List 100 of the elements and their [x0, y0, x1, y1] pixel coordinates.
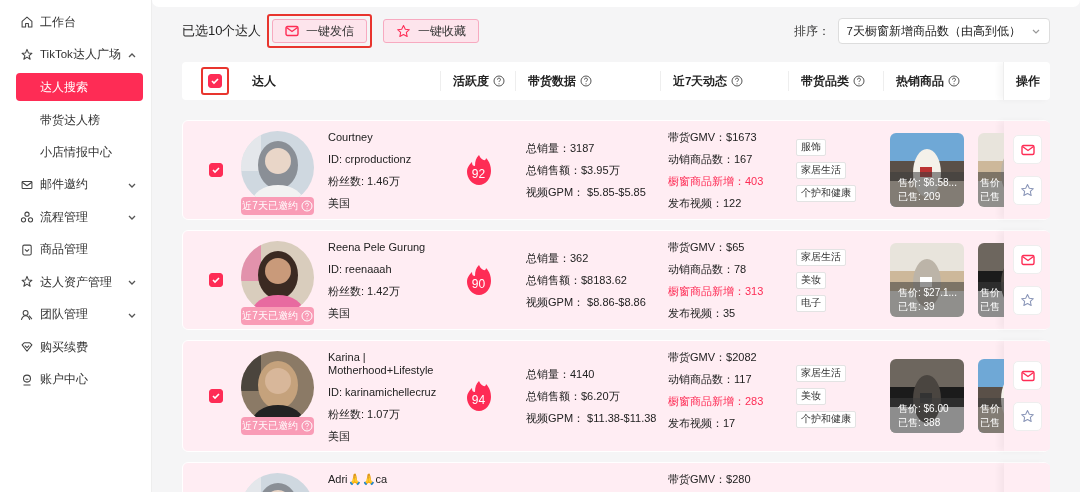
- collect-button[interactable]: [1013, 176, 1042, 205]
- checkbox[interactable]: [208, 163, 223, 177]
- sidebar-item[interactable]: 工作台: [0, 6, 151, 39]
- invited-tag: 近7天已邀约: [241, 197, 314, 215]
- sales-stat: 总销售额：$8183.62: [526, 273, 628, 287]
- column-header: 操作: [1016, 73, 1040, 89]
- mail-icon: [285, 25, 300, 37]
- creator-country: 美国: [328, 307, 351, 320]
- checkbox[interactable]: [208, 389, 223, 403]
- star-icon: [396, 23, 412, 39]
- product-sold: 已售: [980, 416, 1001, 429]
- category-tag: 服饰: [796, 138, 826, 156]
- sidebar-subitem[interactable]: 达人搜索: [16, 73, 143, 101]
- recent-stat: 橱窗商品新增：313: [668, 285, 765, 298]
- activity-score: 92: [470, 167, 487, 181]
- category-tag: 个护和健康: [796, 184, 856, 202]
- checkbox[interactable]: [208, 273, 223, 287]
- product-card[interactable]: 售价: $6.58... 已售: 209: [890, 133, 964, 207]
- recent-stat: 发布视频：122: [668, 197, 743, 210]
- product-card[interactable]: 售价 已售: [978, 359, 1004, 433]
- help-icon: [300, 200, 313, 212]
- sort-label: 排序：: [793, 23, 830, 39]
- person-icon: [20, 372, 34, 387]
- product-sold: 已售: 209: [898, 190, 942, 203]
- send-mail-button[interactable]: 一键发信: [272, 19, 368, 43]
- star-icon: [20, 275, 34, 290]
- send-mail-button[interactable]: [1013, 245, 1042, 274]
- collect-button[interactable]: [1013, 402, 1042, 431]
- sales-stat: 视频GPM： $5.85-$5.85: [526, 185, 647, 199]
- creator-name: Courtney: [328, 131, 374, 144]
- mail-icon: [1020, 253, 1035, 266]
- category-tag: 电子: [796, 294, 826, 312]
- recent-stat: 橱窗商品新增：283: [668, 395, 765, 408]
- sidebar-item[interactable]: 团队管理: [0, 298, 151, 331]
- sales-stat: 总销量：4140: [526, 367, 596, 381]
- follower-count: 粉丝数: 1.46万: [328, 175, 401, 188]
- sidebar-subitem[interactable]: 小店情报中心: [16, 136, 143, 169]
- product-sold: 已售: 388: [898, 416, 942, 429]
- product-price: 售价: $6.58...: [898, 176, 958, 189]
- sales-stat: 总销量：3187: [526, 141, 596, 155]
- sales-stat: 总销售额：$6.20万: [526, 389, 621, 403]
- sidebar-item[interactable]: 购买续费: [0, 331, 151, 364]
- flame-icon: [465, 154, 492, 186]
- creator-country: 美国: [328, 430, 351, 443]
- column-header: 达人: [252, 73, 276, 89]
- sidebar-item[interactable]: 达人资产管理: [0, 266, 151, 299]
- creator-id: ID: reenaaah: [328, 263, 393, 276]
- product-card[interactable]: 售价: $27.1... 已售: 39: [890, 243, 964, 317]
- creator-name: Adri🙏🙏ca: [328, 473, 388, 486]
- column-header: 热销商品: [896, 73, 944, 89]
- column-header: 活跃度: [453, 73, 489, 89]
- star-icon: [1020, 183, 1035, 198]
- people-icon: [20, 307, 34, 322]
- box-icon: [20, 242, 34, 257]
- sidebar-item[interactable]: 商品管理: [0, 233, 151, 266]
- follower-count: 粉丝数: 1.42万: [328, 285, 401, 298]
- sales-stat: 总销量：362: [526, 251, 590, 265]
- recent-stat: 带货GMV：$280: [668, 473, 752, 486]
- category-tag: 家居生活: [796, 364, 846, 382]
- category-tag: 个护和健康: [796, 410, 856, 428]
- check-icon: [209, 76, 220, 86]
- flame-icon: [465, 380, 492, 412]
- sidebar-item[interactable]: 邮件邀约: [0, 168, 151, 201]
- help-icon: [300, 310, 313, 322]
- sidebar-subitem[interactable]: 带货达人榜: [16, 103, 143, 136]
- sort-dropdown[interactable]: 7天橱窗新增商品数（由高到低）: [837, 18, 1050, 44]
- sales-stat: 总销售额：$3.95万: [526, 163, 621, 177]
- recent-stat: 发布视频：35: [668, 307, 737, 320]
- send-mail-button[interactable]: [1013, 135, 1042, 164]
- product-card[interactable]: 售价 已售: [978, 133, 1004, 207]
- flame-icon: [465, 264, 492, 296]
- product-price: 售价: $27.1...: [898, 286, 958, 299]
- creator-id: ID: karinamichellecruz: [328, 386, 438, 399]
- column-header: 近7天动态: [673, 73, 728, 89]
- mail-icon: [1020, 143, 1035, 156]
- activity-score: 94: [470, 393, 487, 407]
- check-icon: [210, 165, 221, 175]
- selection-count: 已选10个达人: [182, 22, 262, 40]
- sidebar-item[interactable]: 流程管理: [0, 201, 151, 234]
- sidebar-item[interactable]: TikTok达人广场: [0, 38, 151, 71]
- checkbox[interactable]: [207, 74, 222, 88]
- category-tag: 家居生活: [796, 248, 846, 266]
- creator-country: 美国: [328, 197, 351, 210]
- category-tag: 美妆: [796, 387, 826, 405]
- recent-stat: 动销商品数：117: [668, 373, 753, 386]
- product-price: 售价: [980, 176, 1001, 189]
- mail-icon: [1020, 369, 1035, 382]
- send-mail-button[interactable]: [1013, 361, 1042, 390]
- activity-score: 90: [470, 277, 487, 291]
- follower-count: 粉丝数: 1.07万: [328, 408, 401, 421]
- sales-stat: 视频GPM： $8.86-$8.86: [526, 295, 647, 309]
- check-icon: [210, 391, 221, 401]
- star-icon: [1020, 409, 1035, 424]
- recent-stat: 发布视频：17: [668, 417, 737, 430]
- nodes-icon: [20, 210, 34, 225]
- collect-button[interactable]: 一键收藏: [383, 19, 480, 43]
- sidebar-item[interactable]: 账户中心: [0, 363, 151, 396]
- collect-button[interactable]: [1013, 286, 1042, 315]
- invited-tag: 近7天已邀约: [241, 417, 314, 435]
- recent-stat: 带货GMV：$2082: [668, 351, 758, 364]
